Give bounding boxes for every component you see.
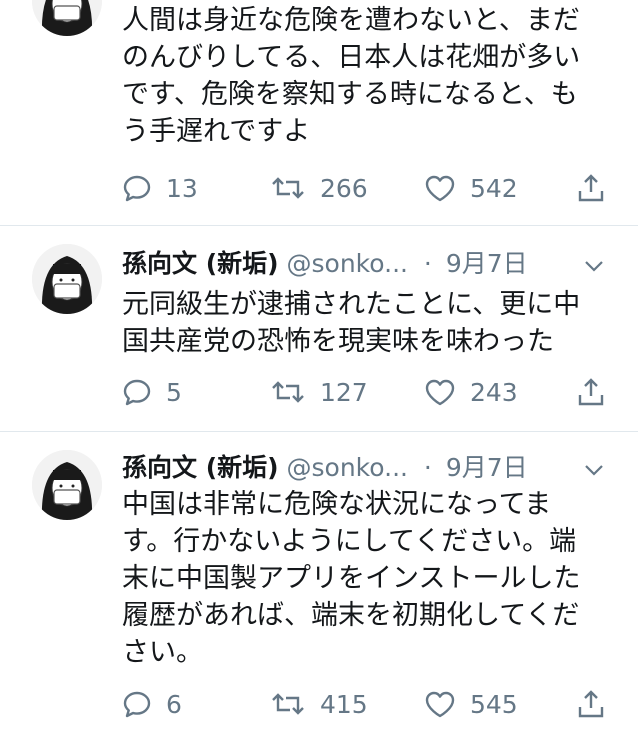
retweet-count: 415	[320, 689, 368, 719]
tweet-text: 人間は身近な危険を遭わないと、まだ のんびりしてる、日本人は花畑が多い です、危…	[122, 5, 581, 147]
like-count: 545	[470, 689, 518, 719]
tweet-actions: 13 266 542	[0, 168, 638, 208]
retweet-count: 266	[320, 173, 368, 203]
retweet-icon	[270, 377, 306, 407]
tweet[interactable]: 孫向文 (新垢) @sonko... · 9月7日 中国は非常に危険な状況になっ…	[0, 432, 638, 732]
author-name[interactable]: 孫向文 (新垢)	[122, 453, 279, 482]
like-icon	[424, 173, 456, 203]
like-button[interactable]: 243	[424, 372, 518, 412]
share-button[interactable]	[576, 168, 606, 208]
chevron-down-icon[interactable]	[582, 254, 606, 278]
like-icon	[424, 377, 456, 407]
avatar[interactable]	[32, 244, 102, 314]
retweet-button[interactable]: 127	[270, 372, 368, 412]
tweet-text: 元同級生が逮捕されたことに、更に中 国共産党の恐怖を現実味を味わった	[122, 289, 581, 357]
share-icon	[576, 172, 606, 204]
reply-count: 6	[166, 689, 182, 719]
reply-count: 13	[166, 173, 198, 203]
tweet[interactable]: 孫向文 (新垢) @sonko... · 9月7日 元同級生が逮捕されたことに、…	[0, 226, 638, 432]
retweet-button[interactable]: 266	[270, 168, 368, 208]
share-button[interactable]	[576, 684, 606, 724]
retweet-button[interactable]: 415	[270, 684, 368, 724]
share-icon	[576, 376, 606, 408]
like-icon	[424, 689, 456, 719]
author-handle[interactable]: @sonko...	[287, 453, 408, 482]
tweet[interactable]: 人間は身近な危険を遭わないと、まだ のんびりしてる、日本人は花畑が多い です、危…	[0, 0, 638, 226]
chevron-down-icon[interactable]	[582, 458, 606, 482]
author-handle[interactable]: @sonko...	[287, 249, 408, 278]
share-button[interactable]	[576, 372, 606, 412]
avatar[interactable]	[32, 450, 102, 520]
tweet-date[interactable]: 9月7日	[446, 453, 528, 482]
like-count: 542	[470, 173, 518, 203]
retweet-count: 127	[320, 377, 368, 407]
reply-button[interactable]: 6	[122, 684, 182, 724]
reply-count: 5	[166, 377, 182, 407]
tweet-actions: 5 127 243	[0, 372, 638, 412]
like-count: 243	[470, 377, 518, 407]
reply-icon	[122, 173, 152, 203]
reply-button[interactable]: 13	[122, 168, 198, 208]
reply-button[interactable]: 5	[122, 372, 182, 412]
like-button[interactable]: 542	[424, 168, 518, 208]
tweet-header: 孫向文 (新垢) @sonko... · 9月7日	[122, 244, 528, 284]
reply-icon	[122, 377, 152, 407]
tweet-text: 中国は非常に危険な状況になってま す。行かないようにしてください。端 末に中国製…	[122, 489, 581, 668]
retweet-icon	[270, 689, 306, 719]
tweet-actions: 6 415 545	[0, 684, 638, 724]
separator-dot: ·	[423, 249, 432, 278]
retweet-icon	[270, 173, 306, 203]
like-button[interactable]: 545	[424, 684, 518, 724]
author-name[interactable]: 孫向文 (新垢)	[122, 249, 279, 278]
separator-dot: ·	[423, 453, 432, 482]
avatar[interactable]	[32, 0, 102, 36]
share-icon	[576, 688, 606, 720]
reply-icon	[122, 689, 152, 719]
tweet-header: 孫向文 (新垢) @sonko... · 9月7日	[122, 448, 528, 488]
tweet-date[interactable]: 9月7日	[446, 249, 528, 278]
